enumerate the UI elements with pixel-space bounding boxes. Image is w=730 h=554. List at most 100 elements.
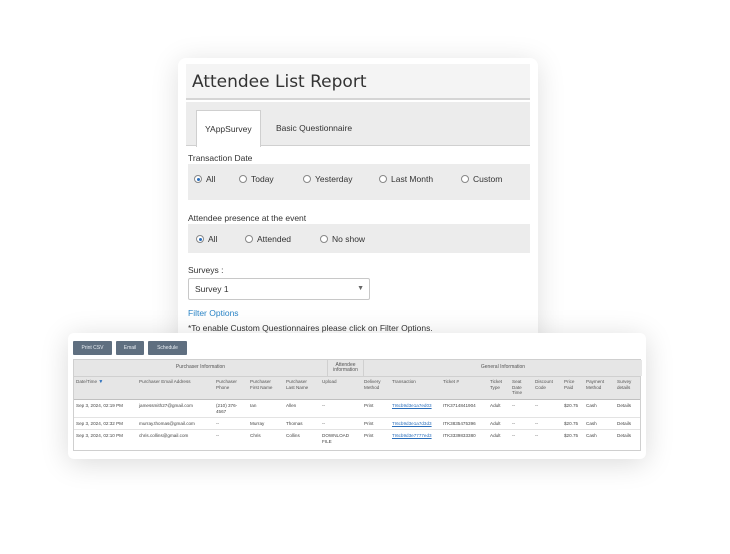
cell-survey-details[interactable]: Details [617, 403, 631, 409]
group-header-attendee: Attendee information [328, 360, 364, 376]
cell-payment: Cash [586, 433, 597, 438]
cell-transaction-link[interactable]: TI6cb9d3e1a7ed03 [392, 403, 432, 409]
column-header-seat-date[interactable]: Seat Date Time [512, 379, 526, 396]
sort-down-icon: ▼ [98, 379, 104, 385]
column-header-transaction[interactable]: Transaction [392, 379, 416, 385]
column-header-ticket-type[interactable]: Ticket Type [490, 379, 506, 390]
radio-presence-all[interactable]: All [196, 234, 217, 244]
table-row: Sep 3, 2024, 02:10 PM chris.collins@gmai… [74, 431, 640, 449]
column-header-payment[interactable]: Payment Method [586, 379, 610, 390]
radio-selected-icon [196, 235, 204, 243]
cell-transaction-link[interactable]: TI6cb9d3e1a7d3d3 [392, 421, 432, 427]
report-filter-card: Attendee List Report YAppSurvey Basic Qu… [178, 58, 538, 348]
radio-unselected-icon [303, 175, 311, 183]
cell-survey-details[interactable]: Details [617, 433, 631, 439]
radio-date-all[interactable]: All [194, 174, 215, 184]
cell-delivery: Print [364, 421, 374, 426]
cell-first-name: Chris [250, 433, 261, 438]
cell-transaction-link[interactable]: TI6cb9d3e7777ed3 [392, 433, 432, 439]
column-header-price[interactable]: Price Paid [564, 379, 578, 390]
surveys-label: Surveys : [188, 265, 224, 275]
cell-survey-details[interactable]: Details [617, 421, 631, 427]
cell-delivery: Print [364, 403, 374, 408]
column-header-discount[interactable]: Discount Code [535, 379, 557, 390]
email-button[interactable]: Email [116, 341, 144, 355]
cell-price: $20.75 [564, 421, 579, 426]
cell-email: murray.thomas@gmail.com [139, 421, 195, 426]
radio-selected-icon [194, 175, 202, 183]
cell-payment: Cash [586, 403, 597, 408]
cell-datetime: Sep 3, 2024, 02:32 PM [76, 421, 123, 426]
radio-presence-no-show[interactable]: No show [320, 234, 365, 244]
transaction-date-options: All Today Yesterday Last Month Custom [188, 164, 530, 200]
surveys-selected-value: Survey 1 [195, 284, 229, 294]
cell-ticket: ITK3714841904 [443, 403, 476, 408]
radio-unselected-icon [320, 235, 328, 243]
surveys-select[interactable]: Survey 1 ▼ [188, 278, 370, 300]
group-header-purchaser: Purchaser Information [74, 360, 328, 376]
filter-options-link[interactable]: Filter Options [188, 308, 239, 318]
cell-datetime: Sep 3, 2024, 02:10 PM [76, 433, 123, 438]
radio-unselected-icon [379, 175, 387, 183]
radio-unselected-icon [245, 235, 253, 243]
chevron-down-icon: ▼ [357, 285, 364, 292]
column-header-ticket[interactable]: Ticket # [443, 379, 459, 385]
cell-discount: -- [535, 433, 539, 438]
cell-seat-date: -- [512, 421, 516, 426]
cell-ticket-type: Adult [490, 433, 501, 438]
column-header-email[interactable]: Purchaser Email Address [139, 379, 191, 385]
radio-date-today[interactable]: Today [239, 174, 274, 184]
radio-date-last-month[interactable]: Last Month [379, 174, 433, 184]
report-table-card: Print CSV Email Schedule Purchaser Infor… [68, 333, 646, 459]
cell-email: jamessmith27@gmail.com [139, 403, 193, 408]
cell-email: chris.collins@gmail.com [139, 433, 189, 438]
cell-price: $20.75 [564, 433, 579, 438]
attendee-table: Purchaser Information Attendee informati… [73, 359, 642, 451]
cell-price: $20.75 [564, 403, 579, 408]
column-header-last-name[interactable]: Purchaser Last Name [286, 379, 316, 390]
group-header-general: General Information [364, 360, 642, 376]
column-header-row: Date/Time ▼ Purchaser Email Address Purc… [74, 376, 640, 400]
page-title: Attendee List Report [192, 72, 367, 92]
column-header-phone[interactable]: Purchaser Phone [216, 379, 246, 390]
cell-delivery: Print [364, 433, 374, 438]
presence-label: Attendee presence at the event [188, 213, 307, 223]
cell-last-name: Collins [286, 433, 300, 438]
title-bar: Attendee List Report [186, 64, 530, 100]
cell-upload: -- [322, 403, 326, 408]
cell-datetime: Sep 3, 2024, 02:19 PM [76, 403, 123, 408]
radio-date-yesterday[interactable]: Yesterday [303, 174, 353, 184]
cell-upload: -- [322, 421, 326, 426]
tab-basic-questionnaire[interactable]: Basic Questionnaire [268, 110, 360, 147]
cell-first-name: Ian [250, 403, 257, 408]
cell-payment: Cash [586, 421, 597, 426]
custom-questionnaire-note: *To enable Custom Questionnaires please … [188, 323, 433, 333]
column-header-datetime[interactable]: Date/Time ▼ [76, 379, 103, 386]
cell-ticket-type: Adult [490, 403, 501, 408]
print-csv-button[interactable]: Print CSV [73, 341, 112, 355]
radio-unselected-icon [239, 175, 247, 183]
column-header-upload[interactable]: Upload [322, 379, 337, 385]
schedule-button[interactable]: Schedule [148, 341, 187, 355]
table-row: Sep 3, 2024, 02:19 PM jamessmith27@gmail… [74, 401, 640, 418]
cell-upload-download-link[interactable]: DOWNLOAD FILE [322, 433, 354, 444]
column-header-first-name[interactable]: Purchaser First Name [250, 379, 280, 390]
cell-last-name: Thomas [286, 421, 303, 426]
cell-phone: (210) 376-4567 [216, 403, 238, 414]
table-row: Sep 3, 2024, 02:32 PM murray.thomas@gmai… [74, 419, 640, 430]
cell-phone: -- [216, 421, 220, 426]
cell-phone: -- [216, 433, 220, 438]
tab-yappsurvey[interactable]: YAppSurvey [196, 110, 261, 147]
tab-strip: YAppSurvey Basic Questionnaire [186, 102, 530, 147]
column-header-survey[interactable]: Survey details [617, 379, 639, 390]
presence-options: All Attended No show [188, 224, 530, 253]
cell-discount: -- [535, 421, 539, 426]
column-header-delivery[interactable]: Delivery Method [364, 379, 386, 390]
radio-date-custom[interactable]: Custom [461, 174, 502, 184]
cell-ticket: ITK3339833380 [443, 433, 476, 438]
cell-seat-date: -- [512, 433, 516, 438]
radio-presence-attended[interactable]: Attended [245, 234, 291, 244]
cell-ticket-type: Adult [490, 421, 501, 426]
radio-unselected-icon [461, 175, 469, 183]
cell-first-name: Murray [250, 421, 265, 426]
